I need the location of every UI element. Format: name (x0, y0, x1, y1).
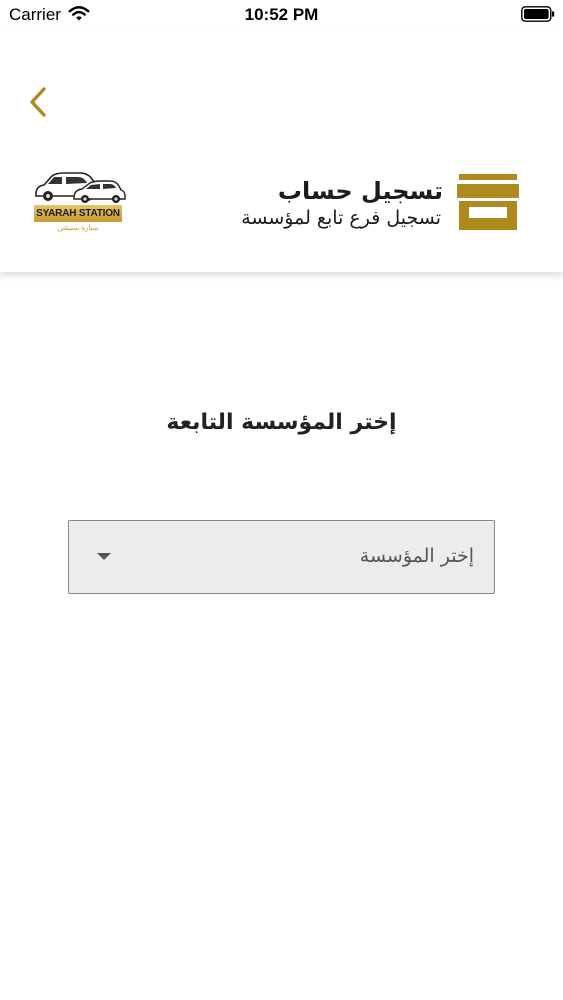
logo-brand-arabic: سيارة ستيشن (57, 224, 99, 232)
logo-brand-text: SYARAH STATION (34, 205, 122, 222)
page-subtitle: تسجيل فرع تابع لمؤسسة (241, 207, 441, 229)
clock: 10:52 PM (244, 5, 319, 24)
cars-icon (35, 172, 126, 203)
store-icon (457, 174, 519, 230)
organization-select[interactable]: إختر المؤسسة (68, 520, 495, 594)
logo: SYARAH STATION سيارة ستيشن (30, 166, 126, 242)
screen: Carrier 10:52 PM SYARAH STATION سيارة ست… (0, 0, 563, 1000)
organization-select-value: إختر المؤسسة (359, 545, 474, 567)
dropdown-arrow-icon (97, 553, 111, 560)
select-organization-label: إختر المؤسسة التابعة (166, 410, 397, 435)
back-button[interactable] (20, 82, 56, 122)
battery-icon (521, 6, 555, 22)
header-card: SYARAH STATION سيارة ستيشن تسجيل حساب تس… (0, 30, 563, 272)
page-title: تسجيل حساب (277, 177, 443, 205)
chevron-left-icon (30, 87, 46, 117)
status-bar: Carrier 10:52 PM (0, 0, 563, 30)
